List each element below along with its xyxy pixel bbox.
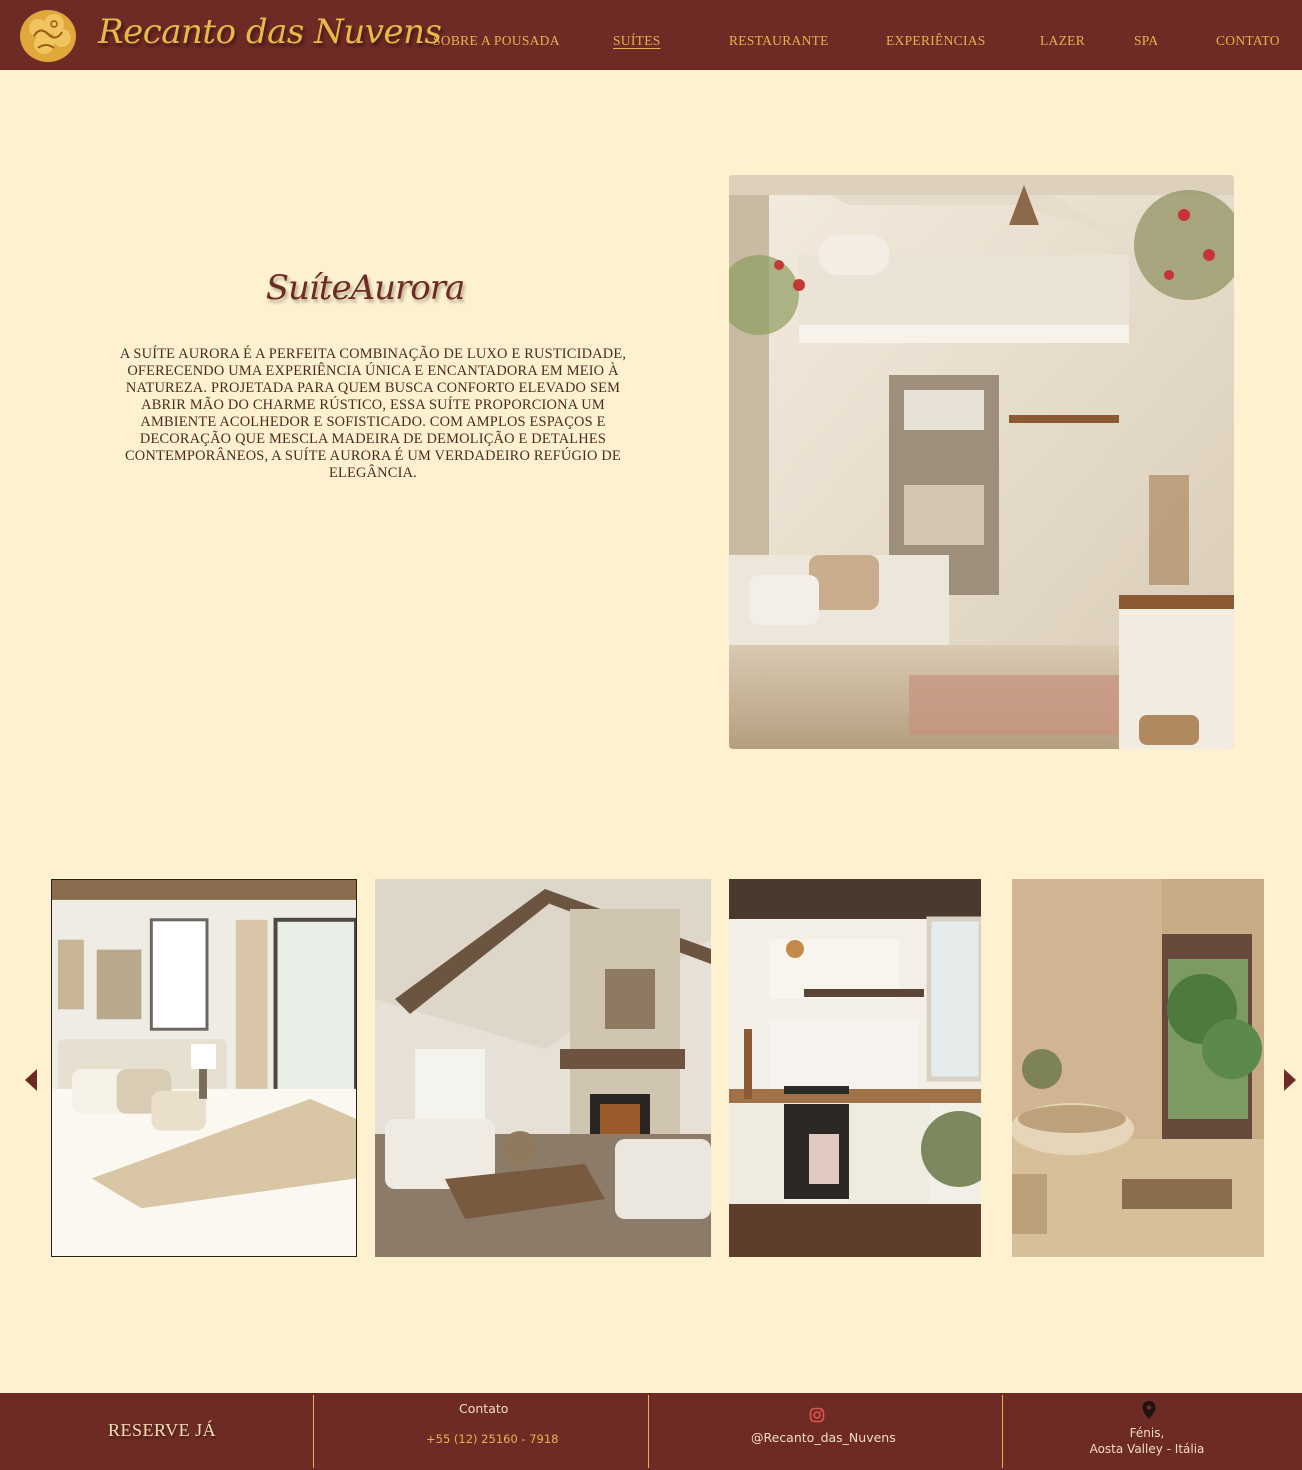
- nav-spa[interactable]: SPA: [1134, 33, 1158, 49]
- reserve-button[interactable]: RESERVE JÁ: [108, 1420, 216, 1441]
- site-header: Recanto das Nuvens SOBRE A POUSADA SUÍTE…: [0, 0, 1302, 70]
- gallery-image-bedroom[interactable]: [51, 879, 357, 1257]
- instagram-icon[interactable]: [809, 1407, 825, 1423]
- suite-hero-image: [729, 175, 1234, 749]
- nav-restaurante[interactable]: RESTAURANTE: [729, 33, 829, 49]
- gallery-image-living-room[interactable]: [375, 879, 711, 1257]
- cloud-emblem-icon[interactable]: [18, 6, 78, 64]
- footer-divider: [1002, 1395, 1003, 1468]
- contact-phone[interactable]: +55 (12) 25160 - 7918: [426, 1432, 559, 1446]
- footer-divider: [648, 1395, 649, 1468]
- contact-title: Contato: [459, 1401, 509, 1416]
- map-pin-icon: [1142, 1401, 1156, 1419]
- caret-left-icon[interactable]: [24, 1069, 38, 1091]
- gallery-image-kitchen[interactable]: [729, 879, 981, 1257]
- location-text: Fénis, Aosta Valley - Itália: [1062, 1425, 1232, 1457]
- nav-lazer[interactable]: LAZER: [1040, 33, 1085, 49]
- nav-sobre-a-pousada[interactable]: SOBRE A POUSADA: [433, 33, 560, 49]
- nav-suites[interactable]: SUÍTES: [613, 33, 661, 49]
- suite-description: A Suíte Aurora é a perfeita combinação d…: [119, 346, 627, 481]
- instagram-handle[interactable]: @Recanto_das_Nuvens: [751, 1430, 896, 1445]
- location-line-2: Aosta Valley - Itália: [1089, 1442, 1205, 1456]
- caret-right-icon[interactable]: [1283, 1069, 1297, 1091]
- gallery-image-bathroom[interactable]: [1012, 879, 1264, 1257]
- nav-experiencias[interactable]: EXPERIÊNCIAS: [886, 33, 986, 49]
- footer-divider: [313, 1395, 314, 1468]
- nav-contato[interactable]: CONTATO: [1216, 33, 1280, 49]
- location-line-1: Fénis,: [1129, 1426, 1165, 1440]
- suite-title: SuíteAurora: [265, 268, 466, 308]
- brand-name[interactable]: Recanto das Nuvens: [98, 12, 442, 52]
